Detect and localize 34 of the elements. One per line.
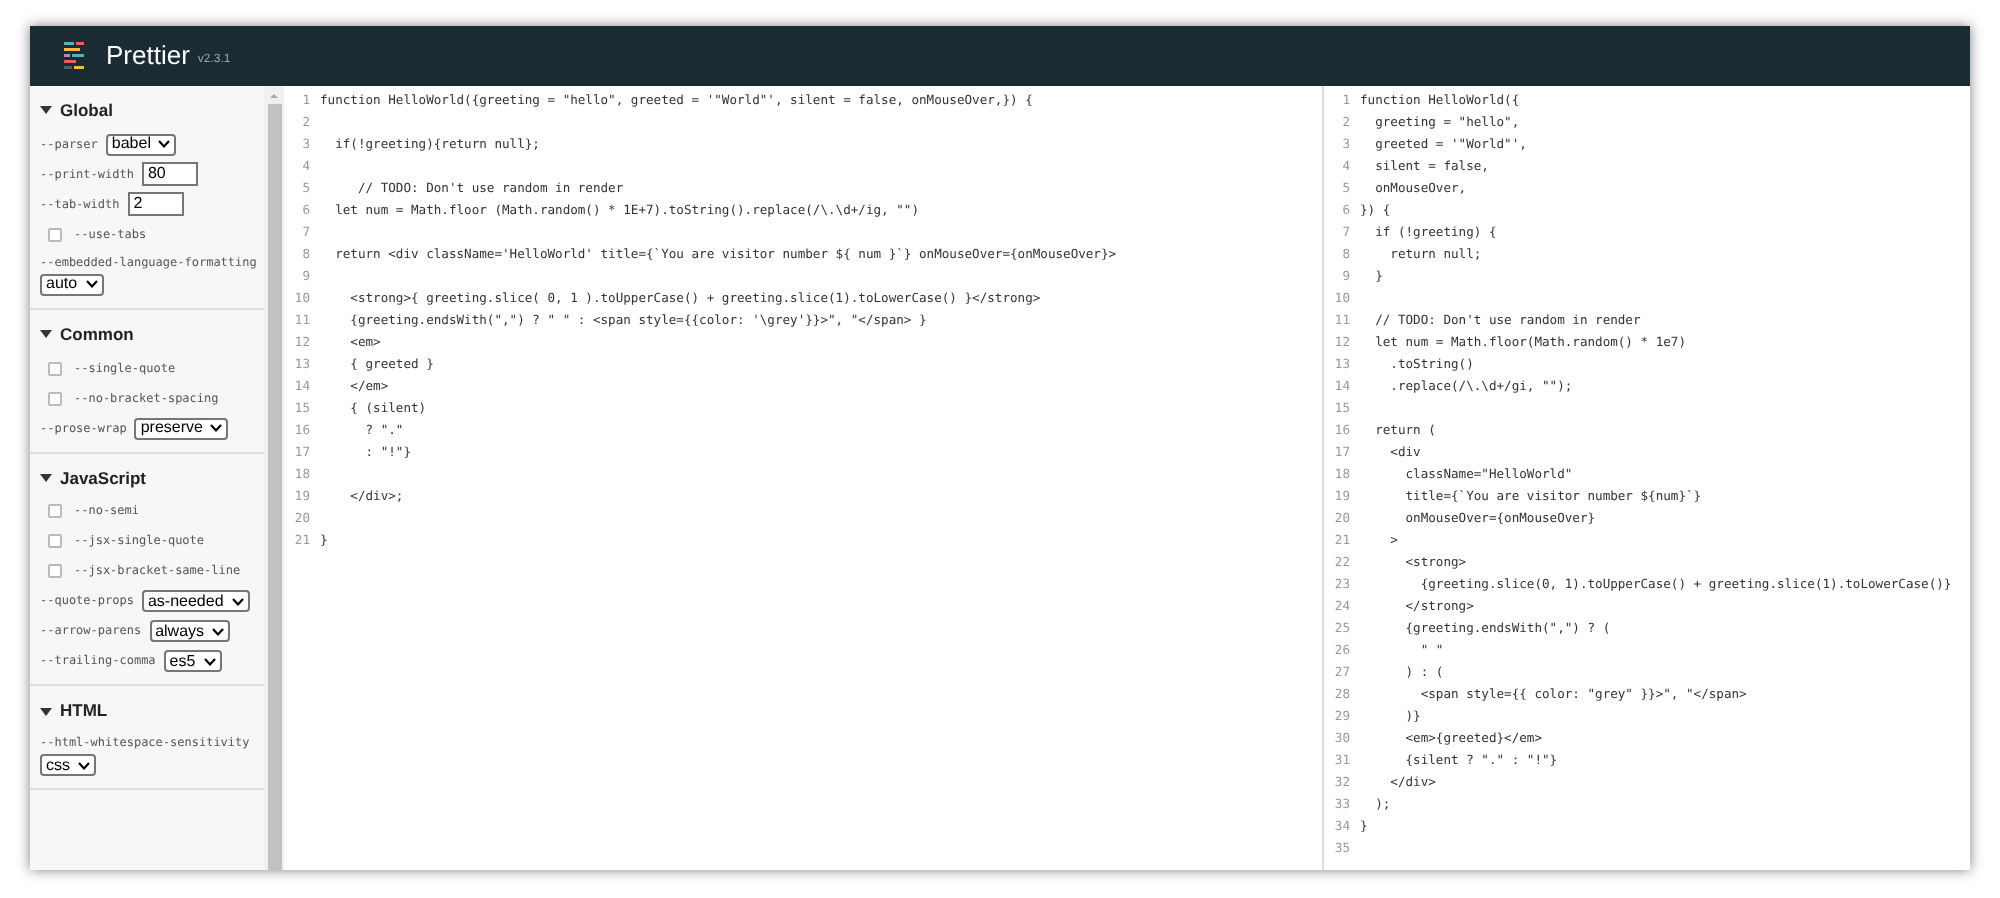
chevron-down-icon xyxy=(212,627,225,636)
chevron-down-icon xyxy=(78,761,90,769)
dropdown[interactable]: es5 xyxy=(163,650,222,673)
section-title[interactable]: JavaScript xyxy=(60,465,146,491)
checkbox[interactable] xyxy=(48,361,62,375)
chevron-down-icon xyxy=(158,140,171,149)
chevron-down-icon xyxy=(203,657,216,666)
chevron-down-icon xyxy=(210,424,223,432)
checkbox[interactable] xyxy=(48,391,62,405)
dropdown[interactable]: babel xyxy=(105,133,177,156)
dropdown[interactable]: css xyxy=(40,754,96,776)
checkbox[interactable] xyxy=(48,564,62,579)
caret-down-icon[interactable] xyxy=(40,104,52,117)
dropdown[interactable]: as-needed xyxy=(141,590,250,613)
chevron-down-icon xyxy=(231,597,244,606)
checkbox[interactable] xyxy=(48,504,62,519)
checkbox[interactable] xyxy=(48,534,62,549)
scrollbar[interactable] xyxy=(264,86,284,870)
section-title[interactable]: Global xyxy=(60,98,113,124)
section-title[interactable]: HTML xyxy=(60,698,108,724)
dropdown[interactable]: preserve xyxy=(134,417,229,439)
number-input[interactable]: 2 xyxy=(127,192,184,217)
section-title[interactable]: Common xyxy=(60,321,134,347)
logo-icon xyxy=(62,40,90,72)
app-title: Prettier xyxy=(106,38,190,75)
caret-down-icon[interactable] xyxy=(40,705,52,718)
dropdown[interactable]: auto xyxy=(40,273,104,296)
chevron-down-icon xyxy=(85,280,98,289)
caret-down-icon[interactable] xyxy=(40,471,52,484)
number-input[interactable]: 80 xyxy=(141,162,198,187)
dropdown[interactable]: always xyxy=(149,620,231,643)
input-editor[interactable] xyxy=(284,86,1324,870)
caret-down-icon[interactable] xyxy=(40,328,52,341)
checkbox[interactable] xyxy=(48,227,62,242)
